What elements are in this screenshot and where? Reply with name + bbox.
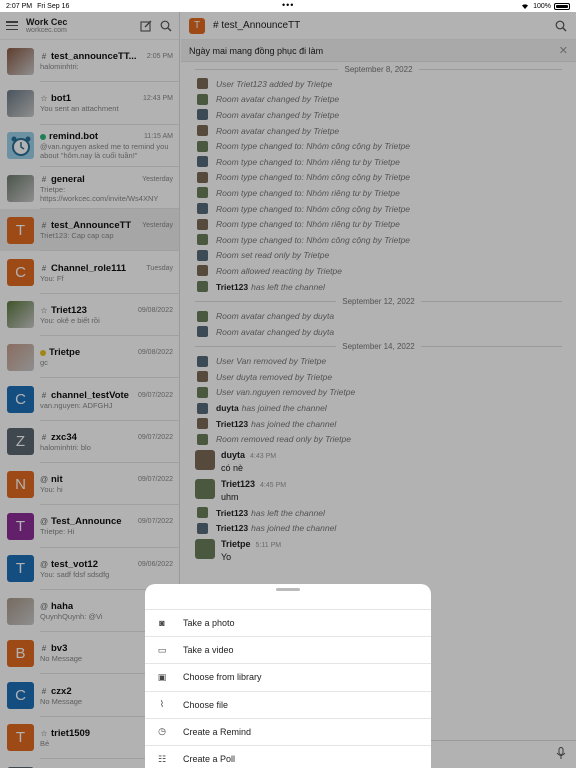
video-icon: ▭ <box>157 644 167 655</box>
battery-percent: 100% <box>533 2 551 10</box>
paperclip-icon: ⌇ <box>159 699 165 710</box>
multitasking-dots[interactable]: ••• <box>282 1 294 10</box>
status-date: Fri Sep 16 <box>37 2 70 10</box>
status-bar: 2:07 PM Fri Sep 16 ••• 100% <box>0 0 576 12</box>
action-create-a-poll[interactable]: ☷ Create a Poll <box>145 744 431 768</box>
attachment-action-sheet: ◙ Take a photo ▭ Take a video ▣ Choose from l… <box>145 584 431 768</box>
action-take-a-video[interactable]: ▭ Take a video <box>145 636 431 663</box>
action-label: Take a photo <box>183 618 235 629</box>
battery-icon <box>554 2 570 10</box>
action-label: Choose from library <box>183 672 262 683</box>
action-choose-from-library[interactable]: ▣ Choose from library <box>145 663 431 690</box>
sheet-grabber[interactable] <box>276 588 300 591</box>
action-label: Create a Remind <box>183 726 252 737</box>
poll-icon: ☷ <box>157 753 167 764</box>
camera-icon: ◙ <box>159 618 165 629</box>
wifi-icon <box>520 2 530 11</box>
action-take-a-photo[interactable]: ◙ Take a photo <box>145 609 431 636</box>
action-create-a-remind[interactable]: ◷ Create a Remind <box>145 717 431 745</box>
status-time: 2:07 PM <box>6 2 33 10</box>
action-label: Choose file <box>183 699 229 710</box>
action-label: Take a video <box>183 645 234 656</box>
image-icon: ▣ <box>157 671 167 682</box>
action-choose-file[interactable]: ⌇ Choose file <box>145 690 431 718</box>
action-list: ◙ Take a photo ▭ Take a video ▣ Choose from l… <box>145 609 431 768</box>
clock-icon: ◷ <box>158 726 166 737</box>
action-label: Create a Poll <box>183 754 236 765</box>
